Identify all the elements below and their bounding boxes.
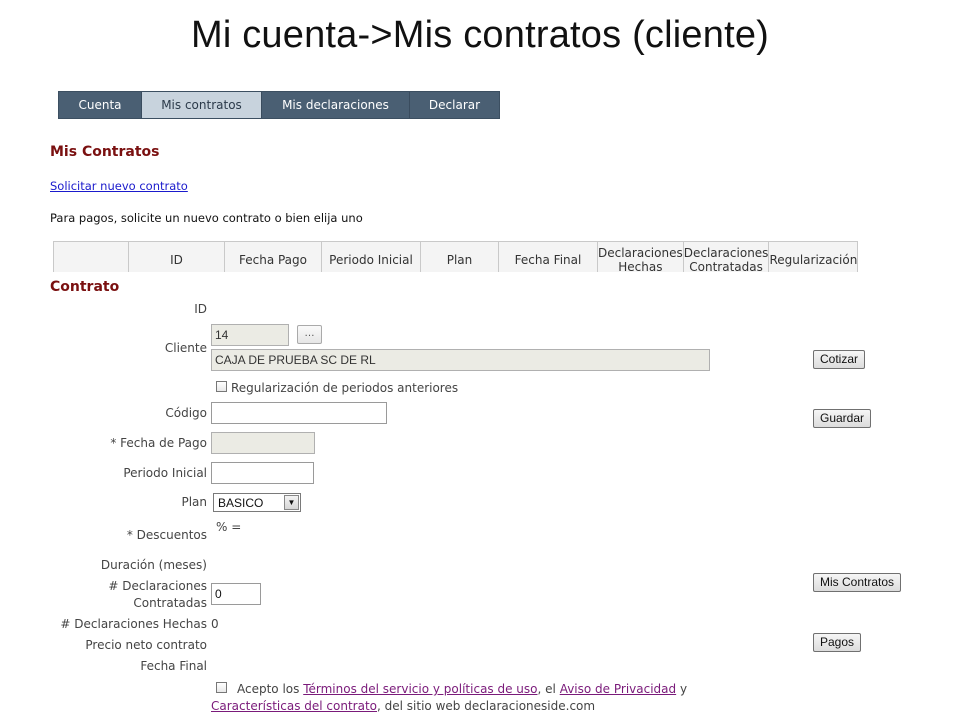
fecha-final-label: Fecha Final [140,659,207,673]
cliente-lookup-button[interactable]: … [297,325,322,344]
declaraciones-contratadas-label-2: Contratadas [133,596,207,610]
slide-title: Mi cuenta->Mis contratos (cliente) [190,14,770,56]
table-header-periodo-inicial[interactable]: Periodo Inicial [321,241,421,272]
nav-tab-declarar[interactable]: Declarar [410,92,499,118]
descuentos-label: * Descuentos [126,528,207,542]
table-header-plan[interactable]: Plan [420,241,499,272]
mis-contratos-button[interactable]: Mis Contratos [813,573,902,592]
declaraciones-hechas-value: 0 [211,617,219,631]
precio-neto-label: Precio neto contrato [85,638,207,652]
terms-text: Acepto los Términos del servicio y polít… [211,681,731,715]
contracts-instruction: Para pagos, solicite un nuevo contrato o… [50,211,363,225]
duracion-label: Duración (meses) [100,558,207,572]
privacy-notice-link[interactable]: Aviso de Privacidad [560,682,676,696]
terms-sep1: , el [537,682,556,696]
periodo-inicial-label: Periodo Inicial [123,466,207,480]
plan-select-value: BASICO [218,496,264,510]
nav-tab-mis-contratos[interactable]: Mis contratos [142,92,262,118]
declaraciones-hechas-label: # Declaraciones Hechas [60,617,207,631]
codigo-label: Código [165,406,207,420]
mis-contratos-heading: Mis Contratos [50,144,160,160]
table-header-fecha-pago[interactable]: Fecha Pago [224,241,322,272]
pagos-button[interactable]: Pagos [813,633,862,652]
regularizacion-checkbox[interactable] [216,381,227,392]
fecha-pago-label: * Fecha de Pago [110,436,207,450]
table-header-regularizacion[interactable]: Regularización [768,241,859,272]
cotizar-button[interactable]: Cotizar [813,350,866,369]
terms-prefix: Acepto los [237,682,300,696]
dropdown-arrow-icon[interactable]: ▼ [284,495,299,510]
plan-label: Plan [181,495,207,509]
periodo-inicial-input[interactable] [211,462,314,484]
declaraciones-contratadas-input[interactable]: 0 [211,583,261,605]
terms-sep2: y [679,682,688,696]
table-header-id[interactable]: ID [128,241,225,272]
descuentos-value: % = [216,520,242,534]
nav-tab-cuenta[interactable]: Cuenta [59,92,142,118]
new-contract-link[interactable]: Solicitar nuevo contrato [50,179,188,193]
declaraciones-contratadas-label-1: # Declaraciones [108,579,207,593]
guardar-button[interactable]: Guardar [813,409,872,428]
table-header-declaraciones-hechas[interactable]: Declaraciones Hechas [597,241,684,272]
main-nav: Cuenta Mis contratos Mis declaraciones D… [58,91,500,119]
contracts-table: ID Fecha Pago Periodo Inicial Plan Fecha… [53,241,859,272]
terms-of-service-link[interactable]: Términos del servicio y políticas de uso [303,682,537,696]
nav-tab-mis-declaraciones[interactable]: Mis declaraciones [262,92,410,118]
table-header-fecha-final[interactable]: Fecha Final [498,241,598,272]
table-header-row: ID Fecha Pago Periodo Inicial Plan Fecha… [53,241,859,272]
table-header-select [53,241,129,272]
id-label: ID [194,302,207,316]
codigo-input[interactable] [211,402,387,424]
contract-features-link[interactable]: Características del contrato [211,699,377,713]
cliente-label: Cliente [164,341,207,355]
table-header-declaraciones-contratadas[interactable]: Declaraciones Contratadas [682,241,770,272]
fecha-pago-input[interactable] [211,432,315,454]
cliente-id-field[interactable]: 14 [211,324,289,346]
regularizacion-label: Regularización de periodos anteriores [231,381,459,395]
plan-select[interactable]: BASICO ▼ [213,493,301,512]
terms-suffix: , del sitio web declaracioneside.com [377,699,596,713]
contrato-heading: Contrato [50,279,120,295]
cliente-name-field[interactable]: CAJA DE PRUEBA SC DE RL [211,349,710,371]
